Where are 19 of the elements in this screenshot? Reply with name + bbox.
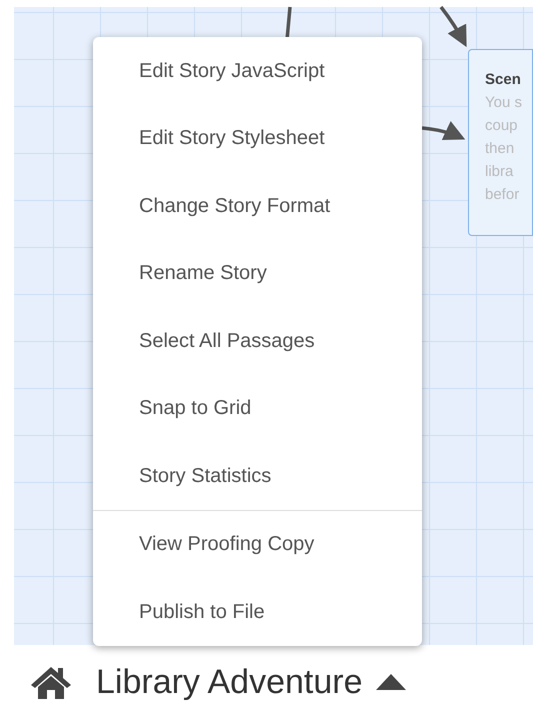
passage-excerpt: then — [485, 139, 516, 159]
menu-item[interactable]: Publish to File — [93, 578, 422, 646]
menu-item[interactable]: Change Story Format — [93, 172, 422, 240]
menu-item[interactable]: View Proofing Copy — [93, 510, 422, 578]
passage-card[interactable]: Scen You s coup then libra befor — [468, 49, 533, 236]
passage-excerpt: befor — [485, 185, 520, 205]
menu-item[interactable]: Rename Story — [93, 240, 422, 307]
passage-excerpt: libra — [485, 162, 514, 182]
menu-item[interactable]: Snap to Grid — [93, 374, 422, 442]
passage-excerpt: coup — [485, 116, 519, 136]
caret-icon — [374, 673, 406, 691]
home-icon[interactable] — [30, 665, 72, 699]
passage-title: Scen — [485, 70, 522, 90]
menu-item[interactable]: Edit Story Stylesheet — [93, 104, 422, 172]
passage-excerpt: You s — [485, 93, 523, 113]
menu-item[interactable]: Select All Passages — [93, 307, 422, 374]
story-title-menu[interactable]: Library Adventure — [96, 662, 406, 702]
menu-item[interactable]: Story Statistics — [93, 442, 422, 510]
menu-item[interactable]: Edit Story JavaScript — [93, 37, 422, 104]
